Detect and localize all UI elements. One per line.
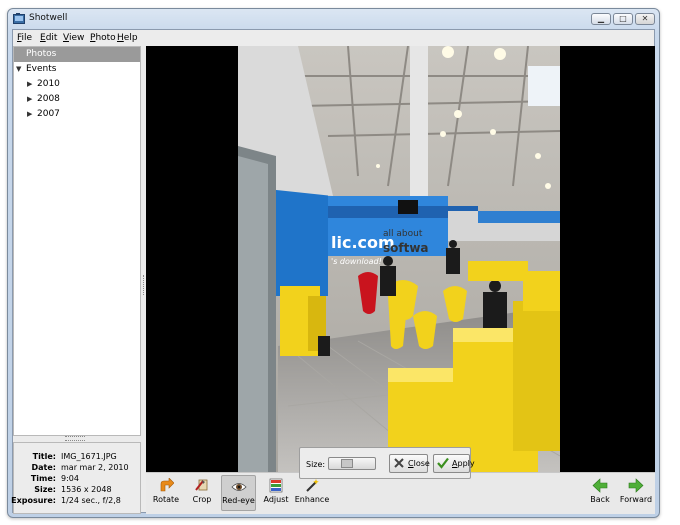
info-key: Exposure:	[11, 496, 56, 505]
minimize-icon: ▁	[597, 14, 605, 23]
window-client-area: File Edit View Photo Help Photos ▼ Event…	[11, 29, 655, 514]
window-title: Shotwell	[29, 13, 68, 23]
adjust-icon	[269, 478, 283, 493]
enhance-button[interactable]: Enhance	[294, 475, 330, 511]
rotate-icon	[160, 478, 174, 492]
close-icon: ✕	[641, 14, 649, 23]
info-value: mar mar 2, 2010	[61, 463, 129, 472]
menu-view[interactable]: View	[63, 33, 84, 43]
photo-image-illustration: lic.com 's download! all about softwa	[238, 46, 560, 472]
sidebar-item-label: 2010	[37, 79, 60, 89]
close-window-button[interactable]: ✕	[635, 13, 655, 25]
adjust-button[interactable]: Adjust	[261, 475, 291, 511]
menu-help[interactable]: Help	[117, 33, 138, 43]
info-key: Date:	[31, 463, 57, 472]
close-icon	[394, 458, 404, 468]
info-row-title: Title: IMG_1671.JPG	[14, 451, 140, 462]
info-key: Size:	[34, 485, 56, 494]
info-value: 1536 x 2048	[61, 485, 112, 494]
close-button[interactable]: Close	[389, 454, 430, 473]
sidebar-item-events[interactable]: ▼ Events	[14, 62, 140, 77]
info-key: Time:	[30, 474, 56, 483]
menu-bar: File Edit View Photo Help	[13, 30, 654, 46]
expander-expanded-icon[interactable]: ▼	[16, 62, 21, 77]
sidebar: Photos ▼ Events ▶ 2010 ▶ 2008 ▶ 2007	[13, 46, 141, 436]
forward-button[interactable]: Forward	[618, 475, 654, 511]
crop-icon	[195, 479, 208, 491]
arrow-left-icon	[592, 478, 608, 493]
maximize-button[interactable]: □	[613, 13, 633, 25]
redeye-button[interactable]: Red-eye	[221, 475, 256, 511]
sidebar-item-label: 2007	[37, 109, 60, 119]
menu-file[interactable]: File	[17, 33, 32, 43]
expander-collapsed-icon[interactable]: ▶	[27, 92, 32, 107]
checkmark-icon	[437, 457, 449, 469]
shotwell-window: Shotwell ▁ □ ✕ File Edit View Photo Help…	[7, 8, 660, 518]
photo-image: lic.com 's download! all about softwa	[238, 46, 560, 472]
info-row-exposure: Exposure: 1/24 sec., f/2,8	[11, 495, 140, 506]
info-row-time: Time: 9:04	[14, 473, 140, 484]
booth-sign-software: softwa	[383, 241, 429, 255]
info-value: 9:04	[61, 474, 79, 483]
menu-photo[interactable]: Photo	[90, 33, 116, 43]
expander-collapsed-icon[interactable]: ▶	[27, 77, 32, 92]
crop-button[interactable]: Crop	[187, 475, 217, 511]
eye-icon	[230, 483, 247, 491]
sidebar-item-photos[interactable]: Photos	[14, 47, 140, 62]
apply-button[interactable]: Apply	[433, 454, 475, 473]
photo-info-panel: Title: IMG_1671.JPG Date: mar mar 2, 201…	[11, 442, 141, 514]
booth-sign-sub: 's download!	[331, 257, 382, 266]
sidebar-item-label: Photos	[26, 49, 57, 59]
sidebar-item-2010[interactable]: ▶ 2010	[14, 77, 140, 92]
rotate-button[interactable]: Rotate	[149, 475, 183, 511]
redeye-tool-popup: Size: Close Apply	[299, 447, 475, 479]
expander-collapsed-icon[interactable]: ▶	[27, 107, 32, 122]
photo-viewer[interactable]: lic.com 's download! all about softwa	[146, 46, 655, 472]
minimize-button[interactable]: ▁	[591, 13, 611, 25]
maximize-icon: □	[619, 14, 627, 23]
size-slider[interactable]	[328, 457, 376, 470]
info-value: 1/24 sec., f/2,8	[61, 496, 121, 505]
shotwell-app-icon	[13, 13, 25, 24]
sidebar-item-2007[interactable]: ▶ 2007	[14, 107, 140, 122]
booth-sign-about: all about	[383, 229, 423, 239]
info-key: Title:	[32, 452, 56, 461]
title-bar[interactable]: Shotwell ▁ □ ✕	[8, 9, 659, 29]
sidebar-item-label: 2008	[37, 94, 60, 104]
info-value: IMG_1671.JPG	[61, 452, 117, 461]
info-row-size: Size: 1536 x 2048	[14, 484, 140, 495]
size-label: Size:	[306, 460, 326, 469]
size-slider-thumb[interactable]	[341, 459, 353, 468]
magic-wand-icon	[306, 479, 319, 492]
sidebar-item-2008[interactable]: ▶ 2008	[14, 92, 140, 107]
arrow-right-icon	[628, 478, 644, 493]
sidebar-pane-grip[interactable]	[65, 436, 85, 441]
back-button[interactable]: Back	[587, 475, 613, 511]
sidebar-item-label: Events	[26, 64, 57, 74]
menu-edit[interactable]: Edit	[40, 33, 57, 43]
info-row-date: Date: mar mar 2, 2010	[14, 462, 140, 473]
